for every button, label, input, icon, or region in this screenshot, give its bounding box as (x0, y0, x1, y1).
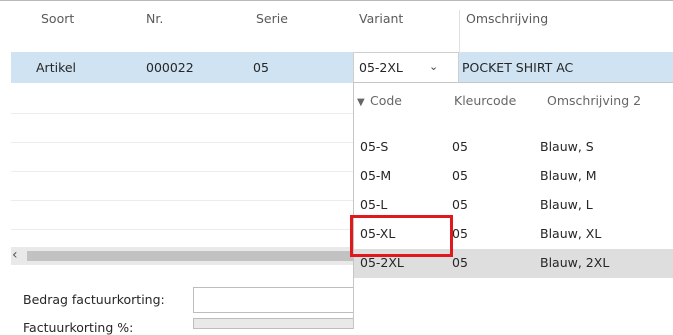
horizontal-scrollbar[interactable]: ‹ (11, 247, 353, 265)
top-border (0, 0, 673, 1)
dd-cell-code: 05-L (360, 197, 388, 212)
col-header-serie[interactable]: Serie (256, 11, 288, 26)
dd-cell-code: 05-M (360, 168, 392, 183)
table-row-divider (11, 171, 353, 172)
scrollbar-thumb[interactable] (27, 251, 353, 261)
cell-nr: 000022 (146, 60, 194, 75)
dd-cell-kleurcode: 05 (452, 226, 468, 241)
factuurkorting-label: Factuurkorting %: (23, 320, 134, 335)
col-header-variant[interactable]: Variant (359, 11, 403, 26)
grid-header: Soort Nr. Serie Variant Omschrijving (11, 10, 673, 52)
dd-col-code[interactable]: Code (370, 93, 402, 108)
dropdown-header: ▼ Code Kleurcode Omschrijving 2 (354, 83, 673, 129)
column-separator (459, 10, 460, 52)
dropdown-row[interactable]: 05-S 05 Blauw, S (354, 133, 673, 162)
dd-cell-omschrijving2: Blauw, L (540, 197, 593, 212)
bedrag-factuurkorting-label: Bedrag factuurkorting: (23, 292, 165, 307)
cell-omschrijving: POCKET SHIRT AC (462, 60, 574, 75)
cell-serie: 05 (253, 60, 269, 75)
variant-combobox[interactable]: 05-2XL ⌄ (353, 52, 459, 83)
dd-cell-omschrijving2: Blauw, M (540, 168, 597, 183)
cell-soort: Artikel (36, 60, 77, 75)
factuurkorting-input[interactable] (193, 318, 355, 329)
table-row-selected[interactable]: Artikel 000022 05 (11, 52, 673, 83)
dd-cell-kleurcode: 05 (452, 255, 468, 270)
col-header-omschrijving[interactable]: Omschrijving (466, 11, 548, 26)
dd-cell-omschrijving2: Blauw, XL (540, 226, 602, 241)
table-row-divider (11, 113, 353, 114)
dropdown-row[interactable]: 05-M 05 Blauw, M (354, 162, 673, 191)
dd-cell-omschrijving2: Blauw, S (540, 139, 594, 154)
highlight-box (350, 215, 453, 257)
table-row-divider (11, 229, 353, 230)
variant-input-value[interactable]: 05-2XL (359, 60, 403, 75)
filter-icon[interactable]: ▼ (357, 97, 365, 108)
bedrag-factuurkorting-input[interactable] (193, 287, 355, 313)
dd-cell-code: 05-S (360, 139, 389, 154)
chevron-down-icon[interactable]: ⌄ (429, 60, 438, 73)
table-row-divider (11, 142, 353, 143)
dd-cell-kleurcode: 05 (452, 168, 468, 183)
dd-col-kleurcode[interactable]: Kleurcode (454, 93, 516, 108)
col-header-soort[interactable]: Soort (41, 11, 74, 26)
dd-cell-kleurcode: 05 (452, 197, 468, 212)
dd-col-omschrijving2[interactable]: Omschrijving 2 (547, 93, 641, 108)
dd-cell-code: 05-2XL (360, 255, 404, 270)
variant-dropdown: ▼ Code Kleurcode Omschrijving 2 05-S 05 … (353, 82, 673, 329)
dd-cell-kleurcode: 05 (452, 139, 468, 154)
col-header-nr[interactable]: Nr. (146, 11, 163, 26)
dd-cell-omschrijving2: Blauw, 2XL (540, 255, 610, 270)
scroll-left-icon[interactable]: ‹ (12, 247, 18, 263)
table-row-divider (11, 200, 353, 201)
